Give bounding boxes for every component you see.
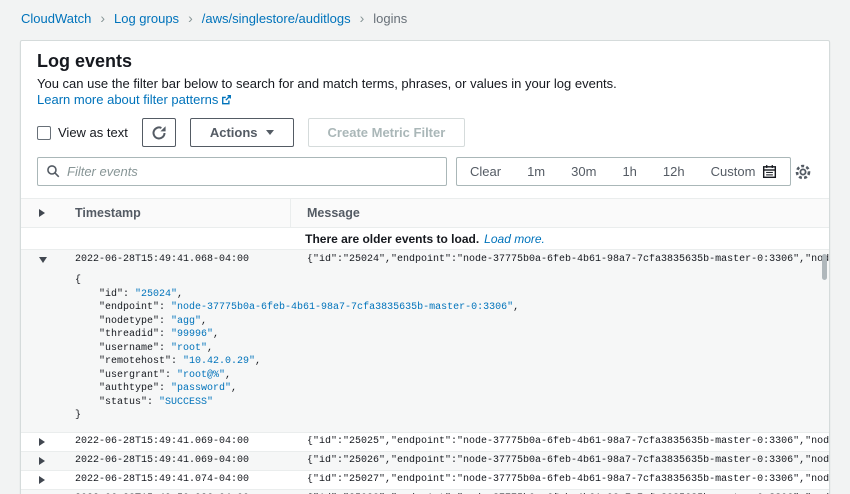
description-text: You can use the filter bar below to sear… [37, 76, 617, 91]
expand-caret-icon[interactable] [21, 457, 75, 465]
create-metric-filter-button[interactable]: Create Metric Filter [308, 118, 466, 147]
time-range-1m[interactable]: 1m [514, 158, 558, 185]
filter-events-input[interactable] [37, 157, 447, 186]
log-event-row[interactable]: 2022-06-28T15:49:41.069-04:00 {"id":"250… [21, 452, 829, 471]
scrollbar-thumb[interactable] [822, 254, 827, 280]
calendar-icon [762, 164, 777, 179]
breadcrumb-item[interactable]: Log groups [114, 11, 179, 26]
filter-row: Clear 1m30m1h12h Custom [37, 157, 813, 186]
page-title: Log events [37, 50, 813, 72]
page-description: You can use the filter bar below to sear… [37, 76, 813, 108]
log-event-row[interactable]: 2022-06-28T15:49:50.926-04:00 {"id":"250… [21, 490, 829, 494]
refresh-button[interactable] [142, 118, 176, 147]
search-icon [46, 164, 60, 178]
log-timestamp: 2022-06-28T15:49:41.069-04:00 [75, 455, 290, 466]
older-events-row: There are older events to load. Load mor… [21, 228, 829, 250]
collapse-caret-icon[interactable] [21, 257, 75, 263]
view-as-text-label: View as text [58, 125, 128, 140]
time-range-controls: Clear 1m30m1h12h Custom [456, 157, 791, 186]
view-as-text-checkbox[interactable]: View as text [37, 125, 128, 140]
breadcrumb-separator-icon: › [188, 12, 193, 25]
time-range-12h[interactable]: 12h [650, 158, 698, 185]
log-table: Timestamp Message There are older events… [21, 198, 829, 494]
clear-button[interactable]: Clear [457, 158, 514, 185]
gear-icon [794, 163, 812, 181]
breadcrumb: CloudWatch › Log groups › /aws/singlestore/a… [0, 0, 850, 35]
breadcrumb-item[interactable]: /aws/singlestore/auditlogs [202, 11, 351, 26]
external-link-icon [221, 94, 232, 105]
log-events-panel: Log events You can use the filter bar be… [20, 40, 830, 494]
settings-gear-button[interactable] [791, 160, 815, 184]
log-message: {"id":"25026","endpoint":"node-37775b0a-… [290, 455, 829, 466]
time-range-1h[interactable]: 1h [609, 158, 649, 185]
breadcrumb-separator-icon: › [360, 12, 365, 25]
log-event-row[interactable]: 2022-06-28T15:49:41.074-04:00 {"id":"250… [21, 471, 829, 490]
toolbar: View as text Actions Create Metric Filte… [37, 118, 813, 147]
actions-button[interactable]: Actions [190, 118, 294, 147]
column-header-timestamp[interactable]: Timestamp [75, 206, 290, 220]
breadcrumb-separator-icon: › [100, 12, 105, 25]
log-event-row[interactable]: 2022-06-28T15:49:41.069-04:00 {"id":"250… [21, 433, 829, 452]
older-events-text: There are older events to load. [305, 232, 479, 246]
log-timestamp: 2022-06-28T15:49:41.069-04:00 [75, 436, 290, 447]
log-message: {"id":"25024","endpoint":"node-37775b0a-… [290, 254, 829, 265]
learn-more-link[interactable]: Learn more about filter patterns [37, 92, 232, 107]
log-timestamp: 2022-06-28T15:49:41.074-04:00 [75, 474, 290, 485]
filter-search-box [37, 157, 447, 186]
expand-all-caret-icon[interactable] [39, 209, 45, 217]
log-rows-container: 2022-06-28T15:49:41.068-04:00 {"id":"250… [21, 250, 829, 494]
log-message: {"id":"25027","endpoint":"node-37775b0a-… [290, 474, 829, 485]
refresh-icon [151, 125, 167, 141]
caret-down-icon [266, 130, 274, 135]
log-event-detail: {"id": "25024","endpoint": "node-37775b0… [21, 269, 829, 433]
log-event-row[interactable]: 2022-06-28T15:49:41.068-04:00 {"id":"250… [21, 250, 829, 269]
breadcrumb-item: logins [373, 11, 407, 26]
column-header-message[interactable]: Message [290, 199, 829, 227]
expand-caret-icon[interactable] [21, 438, 75, 446]
log-message: {"id":"25025","endpoint":"node-37775b0a-… [290, 436, 829, 447]
expand-caret-icon[interactable] [21, 476, 75, 484]
time-range-30m[interactable]: 30m [558, 158, 609, 185]
breadcrumb-item[interactable]: CloudWatch [21, 11, 91, 26]
table-header: Timestamp Message [21, 198, 829, 228]
checkbox-box[interactable] [37, 126, 51, 140]
load-more-link[interactable]: Load more. [484, 232, 545, 246]
log-timestamp: 2022-06-28T15:49:41.068-04:00 [75, 254, 290, 265]
custom-range-button[interactable]: Custom [698, 158, 791, 185]
